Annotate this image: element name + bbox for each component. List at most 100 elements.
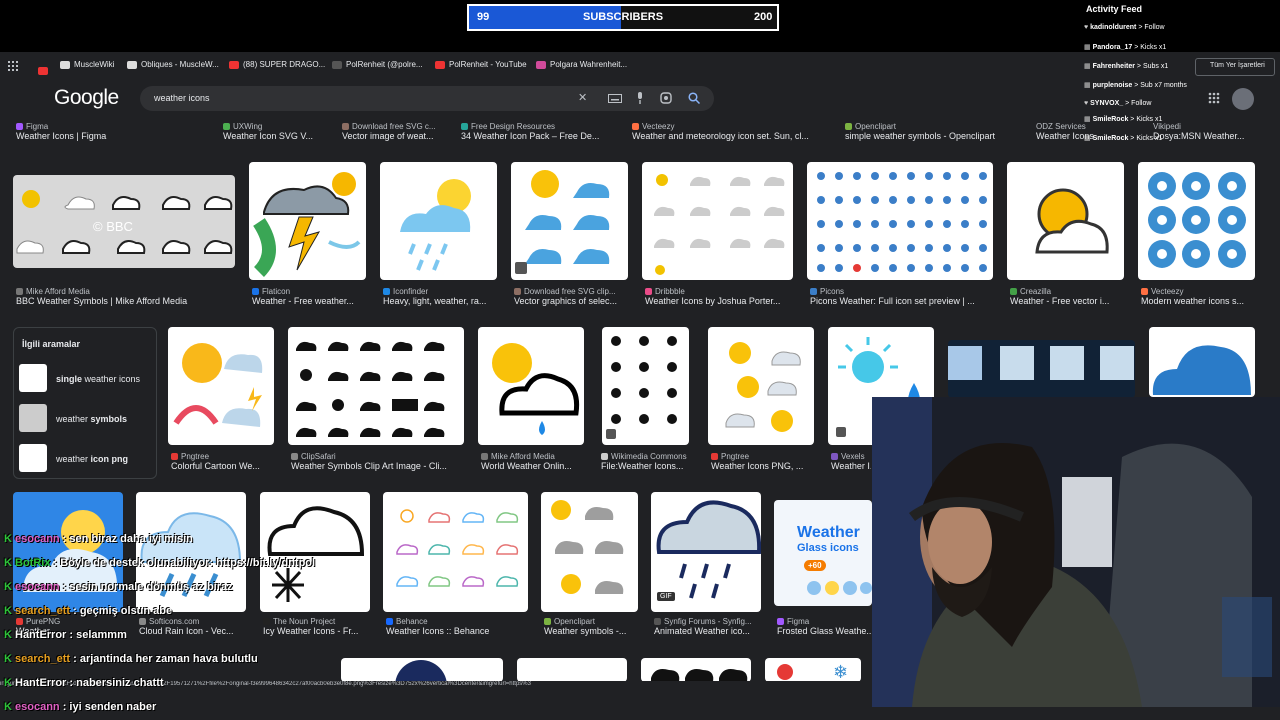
related-item-weather-symbols[interactable]: weather symbols xyxy=(19,404,149,434)
related-item-single-weather-icons[interactable]: single weather icons xyxy=(19,364,149,394)
gif-badge: GIF xyxy=(657,592,675,601)
chat-message: K search_ett : geçmiş olsun abe xyxy=(4,605,173,617)
svg-text:❄: ❄ xyxy=(833,662,848,682)
google-logo[interactable]: Google xyxy=(54,86,119,110)
image-pngtree-cartoon[interactable] xyxy=(168,327,274,445)
activity-feed-title: Activity Feed xyxy=(1086,4,1143,14)
result-svg-download[interactable]: Download free SVG c... Vector image of we… xyxy=(342,122,452,141)
result-figma[interactable]: Figma Weather Icons | Figma xyxy=(16,122,216,141)
clear-icon[interactable]: ✕ xyxy=(578,91,587,104)
result-uxwing[interactable]: UXWing Weather Icon SVG V... xyxy=(223,122,333,141)
caption-synfig[interactable]: Synfig Forums - Synfig... Animated Weathe… xyxy=(654,617,764,636)
image-partial-3[interactable] xyxy=(641,658,751,682)
result-title: Weather Icons | Figma xyxy=(16,131,107,141)
image-creazilla-weather[interactable] xyxy=(1007,162,1124,280)
related-thumbnail xyxy=(19,444,47,472)
chat-message: K BotRix : Böyle de destek olunabiliyor:… xyxy=(4,557,316,569)
chat-message: K esocann : sesin normale dönmüş az bira… xyxy=(4,581,233,593)
caption-wikimedia[interactable]: Wikimedia Commons File:Weather Icons... xyxy=(601,452,699,471)
bookmark-polrenheit-tiktok[interactable]: PolRenheit (@polre... xyxy=(332,60,423,69)
youtube-icon[interactable] xyxy=(38,62,52,80)
result-openclipart[interactable]: Openclipart simple weather symbols - Open… xyxy=(845,122,1025,141)
caption-dribbble[interactable]: Dribbble Weather Icons by Joshua Porter..… xyxy=(645,287,793,306)
image-vecteezy-modern[interactable] xyxy=(1138,162,1255,280)
image-partial-2[interactable] xyxy=(517,658,627,682)
caption-svg-clip[interactable]: Download free SVG clip... Vector graphics… xyxy=(514,287,628,306)
caption-flaticon[interactable]: Flaticon Weather - Free weather... xyxy=(252,287,366,306)
apps-grid-icon[interactable] xyxy=(8,61,18,71)
caption-picons[interactable]: Picons Picons Weather: Full icon set prev… xyxy=(810,287,993,306)
chat-message: K HantError : nabersiniz chattt xyxy=(4,677,164,689)
caption-clipsafari[interactable]: ClipSafari Weather Symbols Clip Art Image… xyxy=(291,452,464,471)
youtube-icon xyxy=(435,60,445,69)
chat-message: K search_ett : arjantinda her zaman hava… xyxy=(4,653,258,665)
feed-item: ♥ SYNVOX_ > Follow xyxy=(1084,100,1152,107)
bookmark-polrenheit-youtube[interactable]: PolRenheit - YouTube xyxy=(435,60,527,69)
caption-vecteezy[interactable]: Vecteezy Modern weather icons s... xyxy=(1141,287,1255,306)
activity-feed-list: ♥ kadinoldurent > Follow ▦ Pandora_17 > … xyxy=(1084,24,1280,153)
image-mike-afford-world-weather[interactable] xyxy=(478,327,584,445)
image-bbc-weather-symbols[interactable]: © BBC xyxy=(13,175,235,268)
related-item-weather-icon-png[interactable]: weather icon png xyxy=(19,444,149,474)
glass-tile-title: Weather xyxy=(797,524,860,541)
caption-bbc[interactable]: Mike Afford Media BBC Weather Symbols | M… xyxy=(16,287,236,306)
caption-figma-frosted[interactable]: Figma Frosted Glass Weathe... xyxy=(777,617,872,636)
search-input[interactable]: weather icons xyxy=(154,93,210,103)
chat-message: K esocann : sen biraz daha iyi misin xyxy=(4,533,193,545)
caption-pngtree-icons[interactable]: Pngtree Weather Icons PNG, ... xyxy=(711,452,814,471)
caption-mike-afford[interactable]: Mike Afford Media World Weather Onlin... xyxy=(481,452,584,471)
image-partial-4[interactable]: ❄ xyxy=(765,658,861,682)
image-synfig-animated[interactable]: GIF xyxy=(651,492,761,612)
caption-vexels[interactable]: VexelsWeather I... xyxy=(831,452,871,471)
chat-message: K esocann : iyi senden naber xyxy=(4,701,157,713)
chat-message: K HantError : selammm xyxy=(4,629,127,641)
image-picons-weather[interactable] xyxy=(807,162,993,280)
image-msn-cloud[interactable] xyxy=(1149,327,1255,397)
feed-item: ▦ purplenoise > Sub x7 months xyxy=(1084,82,1187,89)
feed-item: ▦ SmileRock > Kicks x1 xyxy=(1084,116,1163,123)
instagram-icon xyxy=(536,60,546,69)
bookmark-obliques[interactable]: Obliques - MuscleW... xyxy=(127,60,219,69)
related-thumbnail xyxy=(19,364,47,392)
image-dribbble-joshua-porter[interactable] xyxy=(642,162,793,280)
youtube-icon xyxy=(229,60,239,69)
image-pngtree-weather-icons[interactable] xyxy=(708,327,814,445)
caption-iconfinder[interactable]: Iconfinder Heavy, light, weather, ra... xyxy=(383,287,497,306)
musclewiki-icon xyxy=(127,60,137,69)
bookmark-polgara[interactable]: Polgara Wahrenheit... xyxy=(536,60,627,69)
feed-item: ♥ kadinoldurent > Follow xyxy=(1084,24,1165,31)
caption-creazilla[interactable]: Creazilla Weather - Free vector i... xyxy=(1010,287,1124,306)
image-iconfinder-heavy-rain[interactable] xyxy=(380,162,497,280)
lens-icon[interactable] xyxy=(660,92,672,104)
keyboard-icon[interactable] xyxy=(608,94,622,103)
image-wikimedia-weather-icons[interactable] xyxy=(602,327,689,445)
bookmark-folder-label: Tüm Yer İşaretleri xyxy=(1210,62,1265,69)
caption-pngtree-cartoon[interactable]: Pngtree Colorful Cartoon We... xyxy=(171,452,274,471)
subscriber-label: SUBSCRIBERS xyxy=(583,11,664,23)
search-box[interactable] xyxy=(140,86,714,111)
microphone-icon[interactable] xyxy=(636,92,644,104)
subscriber-goal-bar: 99 SUBSCRIBERS 200 xyxy=(467,4,779,31)
bookmark-folder-button[interactable]: Tüm Yer İşaretleri xyxy=(1195,58,1275,76)
result-source: Figma xyxy=(16,122,216,131)
image-svg-clip-weather[interactable] xyxy=(511,162,628,280)
result-free-design[interactable]: Free Design Resources 34 Weather Icon Pac… xyxy=(461,122,621,141)
bookmark-super-drago[interactable]: (88) SUPER DRAGO... xyxy=(229,60,325,69)
webcam-feed xyxy=(872,397,1280,707)
image-figma-frosted-glass[interactable]: Weather Glass icons +60 xyxy=(774,500,872,606)
feed-item: ▦ SmileRock > Kicks x1 xyxy=(1084,135,1163,142)
result-vecteezy[interactable]: Vecteezy Weather and meteorology icon set… xyxy=(632,122,832,141)
glass-tile-subtitle: Glass icons xyxy=(797,542,859,554)
search-icon[interactable] xyxy=(688,92,700,104)
related-searches-title: İlgili aramalar xyxy=(22,339,81,349)
chat-overlay: K esocann : sen biraz daha iyi misin K B… xyxy=(4,533,474,718)
bookmark-musclewiki[interactable]: MuscleWiki xyxy=(60,60,114,69)
tiktok-icon xyxy=(332,60,342,69)
caption-openclipart[interactable]: Openclipart Weather symbols -... xyxy=(544,617,641,636)
image-openclipart-symbols[interactable] xyxy=(541,492,638,612)
subscriber-target: 200 xyxy=(754,11,773,23)
image-clipsafari-symbols[interactable] xyxy=(288,327,464,445)
musclewiki-icon xyxy=(60,60,70,69)
image-flaticon-weather[interactable] xyxy=(249,162,366,280)
image-dark-weather-strip[interactable] xyxy=(948,340,1135,398)
